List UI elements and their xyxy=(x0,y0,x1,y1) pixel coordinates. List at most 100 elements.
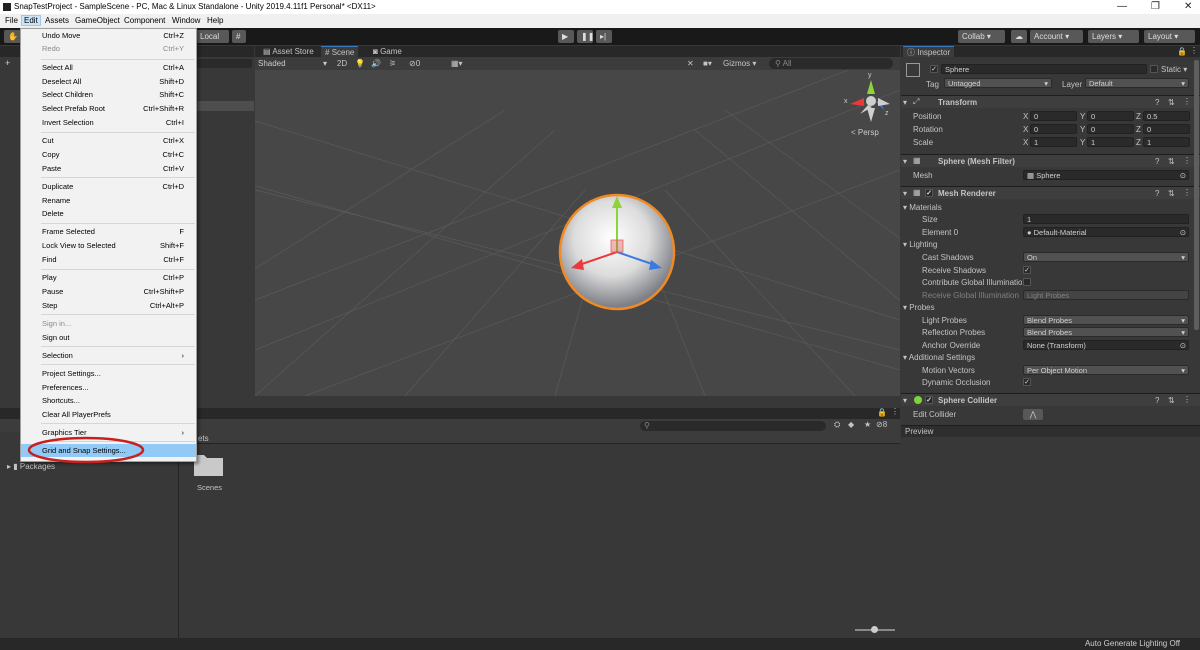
effects-toggle-icon[interactable]: ⚞ xyxy=(389,58,396,69)
component-menu-icon[interactable]: ⋮ xyxy=(1183,395,1191,404)
help-icon[interactable]: ? xyxy=(1155,189,1159,198)
grid-visibility-dropdown[interactable]: ▦▾ xyxy=(451,58,463,69)
lighting-foldout[interactable]: ▾ Lighting xyxy=(901,239,1192,251)
menu-file[interactable]: File xyxy=(5,16,18,25)
layers-dropdown[interactable]: Layers ▾ xyxy=(1088,30,1139,43)
menu-item-step[interactable]: Step Ctrl+Alt+P xyxy=(21,299,196,312)
transform-header[interactable]: ▾ ⤢ Transform ? ⇅ ⋮ xyxy=(901,95,1200,108)
menu-item-select-prefab-root[interactable]: Select Prefab Root Ctrl+Shift+R xyxy=(21,102,196,115)
pivot-local-button[interactable]: Local xyxy=(196,30,229,43)
additional-settings-foldout[interactable]: ▾ Additional Settings xyxy=(901,352,1192,364)
step-button[interactable]: ▸| xyxy=(596,30,612,43)
breadcrumb-assets[interactable]: ets xyxy=(198,434,209,443)
help-icon[interactable]: ? xyxy=(1155,396,1159,405)
position-x-field[interactable]: 0 xyxy=(1030,111,1077,121)
gizmos-dropdown[interactable]: Gizmos ▾ xyxy=(723,58,756,69)
hierarchy-selected-row[interactable] xyxy=(197,101,254,111)
play-button[interactable]: ▶ xyxy=(558,30,574,43)
grid-snap-toggle[interactable]: # xyxy=(232,30,246,43)
position-z-field[interactable]: 0.5 xyxy=(1143,111,1190,121)
icon-size-slider-thumb[interactable] xyxy=(871,626,878,633)
lighting-toggle-icon[interactable]: 💡 xyxy=(355,58,365,69)
status-lighting-text[interactable]: Auto Generate Lighting Off xyxy=(1085,639,1180,648)
favorite-icon[interactable]: ★ xyxy=(864,420,871,429)
scale-z-field[interactable]: 1 xyxy=(1143,137,1190,147)
component-menu-icon[interactable]: ⋮ xyxy=(1183,97,1191,106)
preview-header[interactable]: Preview xyxy=(901,426,1200,437)
motion-vectors-dropdown[interactable]: Per Object Motion ▾ xyxy=(1023,365,1189,375)
position-y-field[interactable]: 0 xyxy=(1087,111,1134,121)
menu-item-rename[interactable]: Rename xyxy=(21,194,196,207)
close-window-button[interactable]: ✕ xyxy=(1184,1,1192,12)
menu-window[interactable]: Window xyxy=(172,16,200,25)
tab-inspector[interactable]: ⓘ Inspector xyxy=(903,46,955,57)
component-menu-icon[interactable]: ⋮ xyxy=(1183,156,1191,165)
scenes-folder[interactable]: Scenes xyxy=(193,451,225,495)
audio-toggle-icon[interactable]: 🔊 xyxy=(371,58,381,69)
scene-view[interactable]: y x z < Persp xyxy=(255,70,900,396)
filter-by-label-icon[interactable]: ◆ xyxy=(848,420,854,429)
scale-x-field[interactable]: 1 xyxy=(1030,137,1077,147)
rotation-x-field[interactable]: 0 xyxy=(1030,124,1077,134)
menu-item-invert-selection[interactable]: Invert Selection Ctrl+I xyxy=(21,116,196,129)
lock-icon[interactable]: 🔒 xyxy=(1177,47,1187,56)
component-menu-icon[interactable]: ⋮ xyxy=(1183,188,1191,197)
hierarchy-search[interactable] xyxy=(197,59,252,68)
lock-icon[interactable]: 🔒 xyxy=(877,408,887,417)
tag-dropdown[interactable]: Untagged ▾ xyxy=(944,78,1052,88)
menu-item-select-children[interactable]: Select Children Shift+C xyxy=(21,88,196,101)
menu-item-shortcuts[interactable]: Shortcuts... xyxy=(21,394,196,407)
preset-icon[interactable]: ⇅ xyxy=(1168,157,1175,166)
object-picker-icon[interactable]: ⊙ xyxy=(1180,171,1186,180)
project-search-input[interactable]: ⚲ xyxy=(640,421,826,431)
receive-shadows-checkbox[interactable]: ✓ xyxy=(1023,266,1031,274)
light-probes-dropdown[interactable]: Blend Probes ▾ xyxy=(1023,315,1189,325)
menu-item-selection[interactable]: Selection › xyxy=(21,349,196,362)
anchor-override-field[interactable]: None (Transform) ⊙ xyxy=(1023,340,1189,350)
cloud-button[interactable]: ☁ xyxy=(1011,30,1027,43)
menu-gameobject[interactable]: GameObject xyxy=(75,16,120,25)
pause-button[interactable]: ❚❚ xyxy=(577,30,594,43)
camera-icon[interactable]: ■▾ xyxy=(703,58,712,69)
size-field[interactable]: 1 xyxy=(1023,214,1189,224)
static-label[interactable]: Static ▾ xyxy=(1161,65,1187,74)
account-dropdown[interactable]: Account ▾ xyxy=(1030,30,1083,43)
shading-dropdown[interactable]: Shaded ▾ xyxy=(255,58,329,69)
minimize-button[interactable]: — xyxy=(1117,1,1127,12)
help-icon[interactable]: ? xyxy=(1155,157,1159,166)
mesh-field[interactable]: ▦ Sphere ⊙ xyxy=(1023,170,1189,180)
menu-item-undo-move[interactable]: Undo Move Ctrl+Z xyxy=(21,29,196,42)
mesh-filter-header[interactable]: ▾ ▦ Sphere (Mesh Filter) ? ⇅ ⋮ xyxy=(901,154,1200,167)
filter-by-type-icon[interactable]: ⛭ xyxy=(834,420,840,430)
menu-item-preferences[interactable]: Preferences... xyxy=(21,381,196,394)
help-icon[interactable]: ? xyxy=(1155,98,1159,107)
panel-menu-icon[interactable]: ⋮ xyxy=(891,407,899,416)
menu-item-sign-out[interactable]: Sign out xyxy=(21,331,196,344)
cast-shadows-dropdown[interactable]: On ▾ xyxy=(1023,252,1189,262)
scene-search-input[interactable]: ⚲ All xyxy=(769,58,893,69)
object-picker-icon[interactable]: ⊙ xyxy=(1180,228,1186,237)
rotation-y-field[interactable]: 0 xyxy=(1087,124,1134,134)
layer-dropdown[interactable]: Default ▾ xyxy=(1085,78,1189,88)
menu-component[interactable]: Component xyxy=(124,16,165,25)
menu-item-play[interactable]: Play Ctrl+P xyxy=(21,271,196,284)
sphere-collider-header[interactable]: ▾ ✓ Sphere Collider ? ⇅ ⋮ xyxy=(901,393,1200,406)
menu-item-deselect-all[interactable]: Deselect All Shift+D xyxy=(21,75,196,88)
tab-game[interactable]: ◙ Game xyxy=(369,46,406,57)
hidden-objects-toggle[interactable]: ⊘0 xyxy=(409,58,420,69)
menu-item-clear-playerprefs[interactable]: Clear All PlayerPrefs xyxy=(21,408,196,421)
menu-item-frame-selected[interactable]: Frame Selected F xyxy=(21,225,196,238)
panel-menu-icon[interactable]: ⋮ xyxy=(1190,46,1198,55)
rotation-z-field[interactable]: 0 xyxy=(1143,124,1190,134)
menu-item-pause[interactable]: Pause Ctrl+Shift+P xyxy=(21,285,196,298)
object-name-field[interactable]: Sphere xyxy=(941,64,1147,74)
hierarchy-add-icon[interactable]: + xyxy=(5,58,10,68)
menu-help[interactable]: Help xyxy=(207,16,223,25)
tools-icon[interactable]: ✕ xyxy=(687,58,694,69)
menu-edit[interactable]: Edit xyxy=(21,15,41,26)
scale-y-field[interactable]: 1 xyxy=(1087,137,1134,147)
2d-toggle[interactable]: 2D xyxy=(335,58,349,69)
element0-field[interactable]: ● Default-Material ⊙ xyxy=(1023,227,1189,237)
dynamic-occlusion-checkbox[interactable]: ✓ xyxy=(1023,378,1031,386)
static-checkbox[interactable] xyxy=(1150,65,1158,73)
